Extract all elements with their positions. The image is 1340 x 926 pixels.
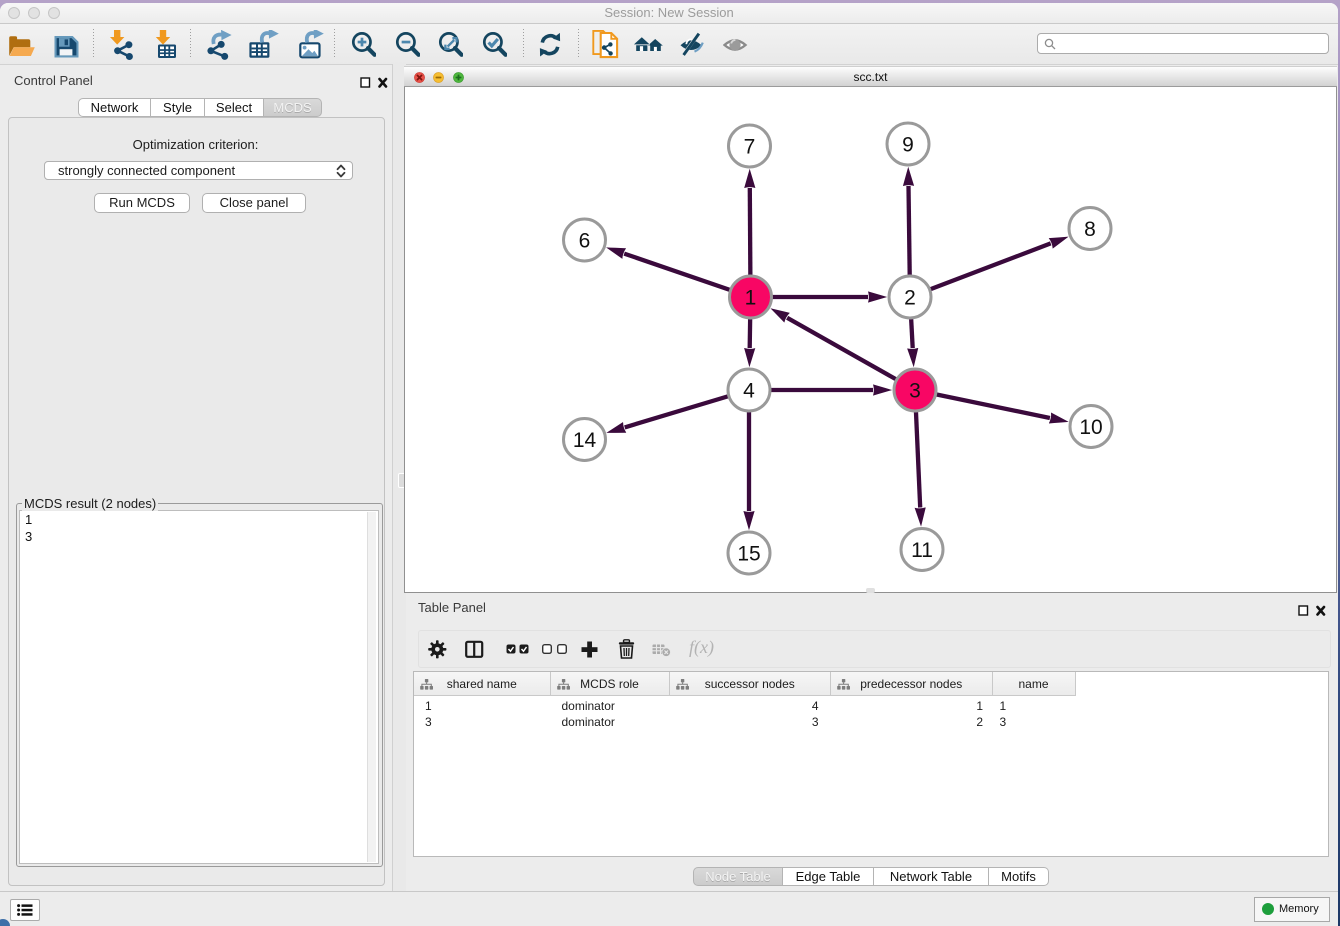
svg-text:10: 10 — [1079, 416, 1102, 439]
svg-text:11: 11 — [911, 539, 933, 562]
svg-text:1: 1 — [745, 287, 757, 310]
svg-text:6: 6 — [579, 230, 591, 253]
svg-text:8: 8 — [1084, 218, 1096, 241]
svg-text:9: 9 — [902, 134, 914, 157]
svg-text:2: 2 — [904, 287, 916, 310]
svg-text:15: 15 — [737, 543, 760, 566]
svg-text:14: 14 — [573, 429, 597, 452]
svg-text:7: 7 — [744, 136, 756, 159]
svg-text:4: 4 — [743, 380, 755, 403]
svg-text:3: 3 — [909, 380, 921, 403]
